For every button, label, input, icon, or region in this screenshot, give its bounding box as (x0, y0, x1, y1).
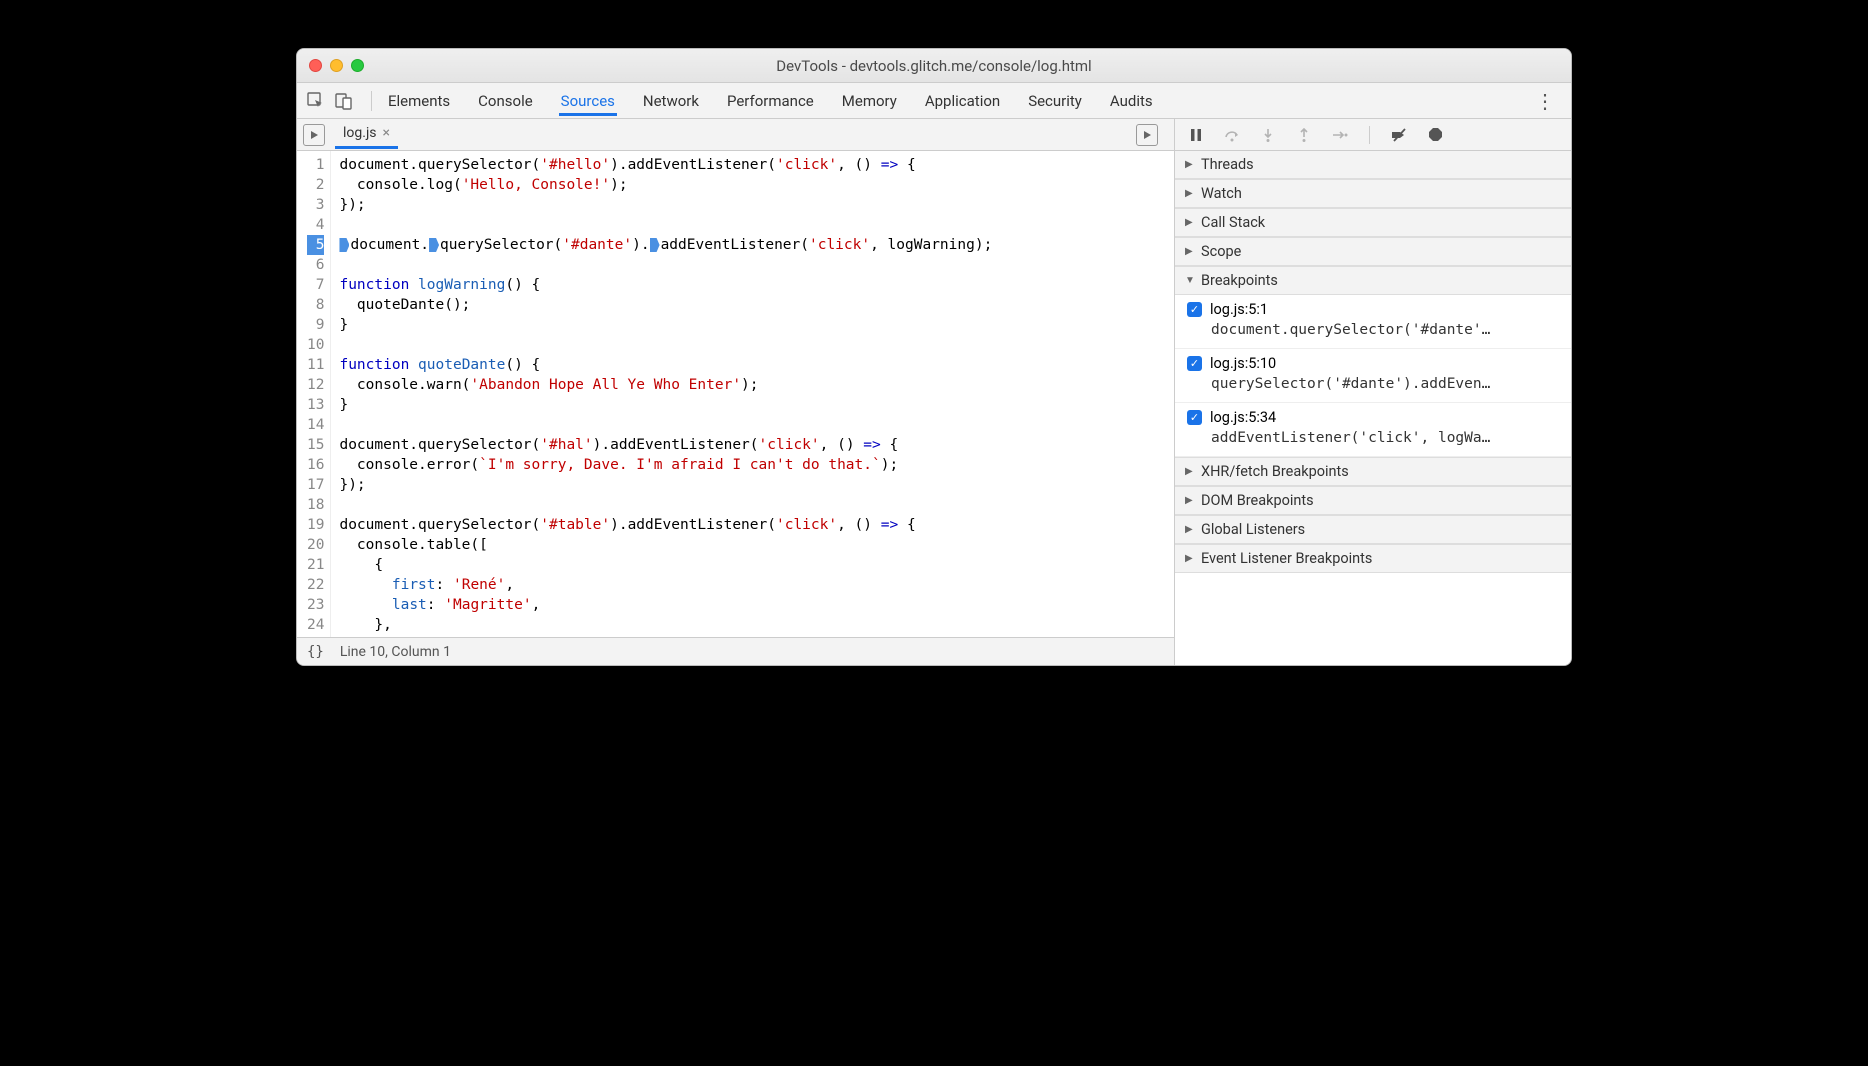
code-editor[interactable]: 123456789101112131415161718192021222324 … (297, 151, 1174, 637)
code-content[interactable]: document.querySelector('#hello').addEven… (331, 151, 1174, 637)
breakpoint-checkbox[interactable]: ✓ (1187, 410, 1202, 425)
pane-watch[interactable]: ▶Watch (1175, 179, 1571, 208)
pane-event-listener-breakpoints[interactable]: ▶Event Listener Breakpoints (1175, 544, 1571, 573)
file-tab-logjs[interactable]: log.js × (335, 120, 398, 149)
cursor-position: Line 10, Column 1 (340, 644, 451, 660)
step-icon[interactable] (1331, 129, 1349, 141)
panel-tabs: Elements Console Sources Network Performance… (386, 86, 1155, 116)
pause-icon[interactable] (1187, 128, 1205, 142)
line-gutter[interactable]: 123456789101112131415161718192021222324 (297, 151, 331, 637)
file-tabbar: log.js × (297, 119, 1174, 151)
main-toolbar: Elements Console Sources Network Performance… (297, 83, 1571, 119)
step-into-icon[interactable] (1259, 128, 1277, 142)
breakpoint-checkbox[interactable]: ✓ (1187, 356, 1202, 371)
device-toolbar-icon[interactable] (333, 90, 355, 112)
debugger-sidebar: ▶Threads▶Watch▶Call Stack▶Scope▼Breakpoi… (1175, 119, 1571, 665)
panel-tab-audits[interactable]: Audits (1108, 86, 1155, 116)
panel-tab-performance[interactable]: Performance (725, 86, 816, 116)
pane-dom-breakpoints[interactable]: ▶DOM Breakpoints (1175, 486, 1571, 515)
breakpoint-location: log.js:5:1 (1210, 301, 1268, 318)
titlebar: DevTools - devtools.glitch.me/console/lo… (297, 49, 1571, 83)
debugger-toolbar (1175, 119, 1571, 151)
step-out-icon[interactable] (1295, 128, 1313, 142)
panel-tab-application[interactable]: Application (923, 86, 1002, 116)
breakpoint-location: log.js:5:10 (1210, 355, 1276, 372)
panel-tab-network[interactable]: Network (641, 86, 701, 116)
pane-call-stack[interactable]: ▶Call Stack (1175, 208, 1571, 237)
panel-tab-security[interactable]: Security (1026, 86, 1084, 116)
close-tab-icon[interactable]: × (383, 125, 390, 141)
step-over-icon[interactable] (1223, 128, 1241, 142)
pane-xhr-fetch-breakpoints[interactable]: ▶XHR/fetch Breakpoints (1175, 457, 1571, 486)
breakpoint-snippet: querySelector('#dante').addEven… (1187, 372, 1561, 392)
deactivate-breakpoints-icon[interactable] (1390, 128, 1408, 142)
breakpoint-snippet: addEventListener('click', logWa… (1187, 426, 1561, 446)
show-navigator-icon[interactable] (303, 124, 325, 146)
pane-threads[interactable]: ▶Threads (1175, 151, 1571, 179)
editor-status-bar: {} Line 10, Column 1 (297, 637, 1174, 665)
breakpoint-item[interactable]: ✓ log.js:5:34addEventListener('click', lo… (1175, 403, 1571, 457)
devtools-window: DevTools - devtools.glitch.me/console/lo… (296, 48, 1572, 666)
breakpoint-checkbox[interactable]: ✓ (1187, 302, 1202, 317)
more-tabs-icon[interactable] (1136, 124, 1158, 146)
editor-column: log.js × 1234567891011121314151617181920… (297, 119, 1175, 665)
panel-tab-console[interactable]: Console (476, 86, 535, 116)
pretty-print-icon[interactable]: {} (307, 644, 324, 660)
breakpoint-item[interactable]: ✓ log.js:5:1document.querySelector('#dant… (1175, 295, 1571, 349)
panel-tab-elements[interactable]: Elements (386, 86, 452, 116)
breakpoint-snippet: document.querySelector('#dante'… (1187, 318, 1561, 338)
panel-tab-sources[interactable]: Sources (559, 86, 617, 116)
pane-breakpoints[interactable]: ▼Breakpoints (1175, 266, 1571, 295)
panel-tab-memory[interactable]: Memory (840, 86, 899, 116)
file-tab-label: log.js (343, 125, 377, 141)
window-title: DevTools - devtools.glitch.me/console/lo… (297, 57, 1571, 75)
pane-scope[interactable]: ▶Scope (1175, 237, 1571, 266)
pause-on-exceptions-icon[interactable] (1426, 127, 1444, 142)
breakpoint-location: log.js:5:34 (1210, 409, 1276, 426)
inspect-element-icon[interactable] (305, 90, 327, 112)
more-options-icon[interactable]: ⋮ (1527, 89, 1563, 113)
pane-global-listeners[interactable]: ▶Global Listeners (1175, 515, 1571, 544)
breakpoint-item[interactable]: ✓ log.js:5:10querySelector('#dante').addE… (1175, 349, 1571, 403)
